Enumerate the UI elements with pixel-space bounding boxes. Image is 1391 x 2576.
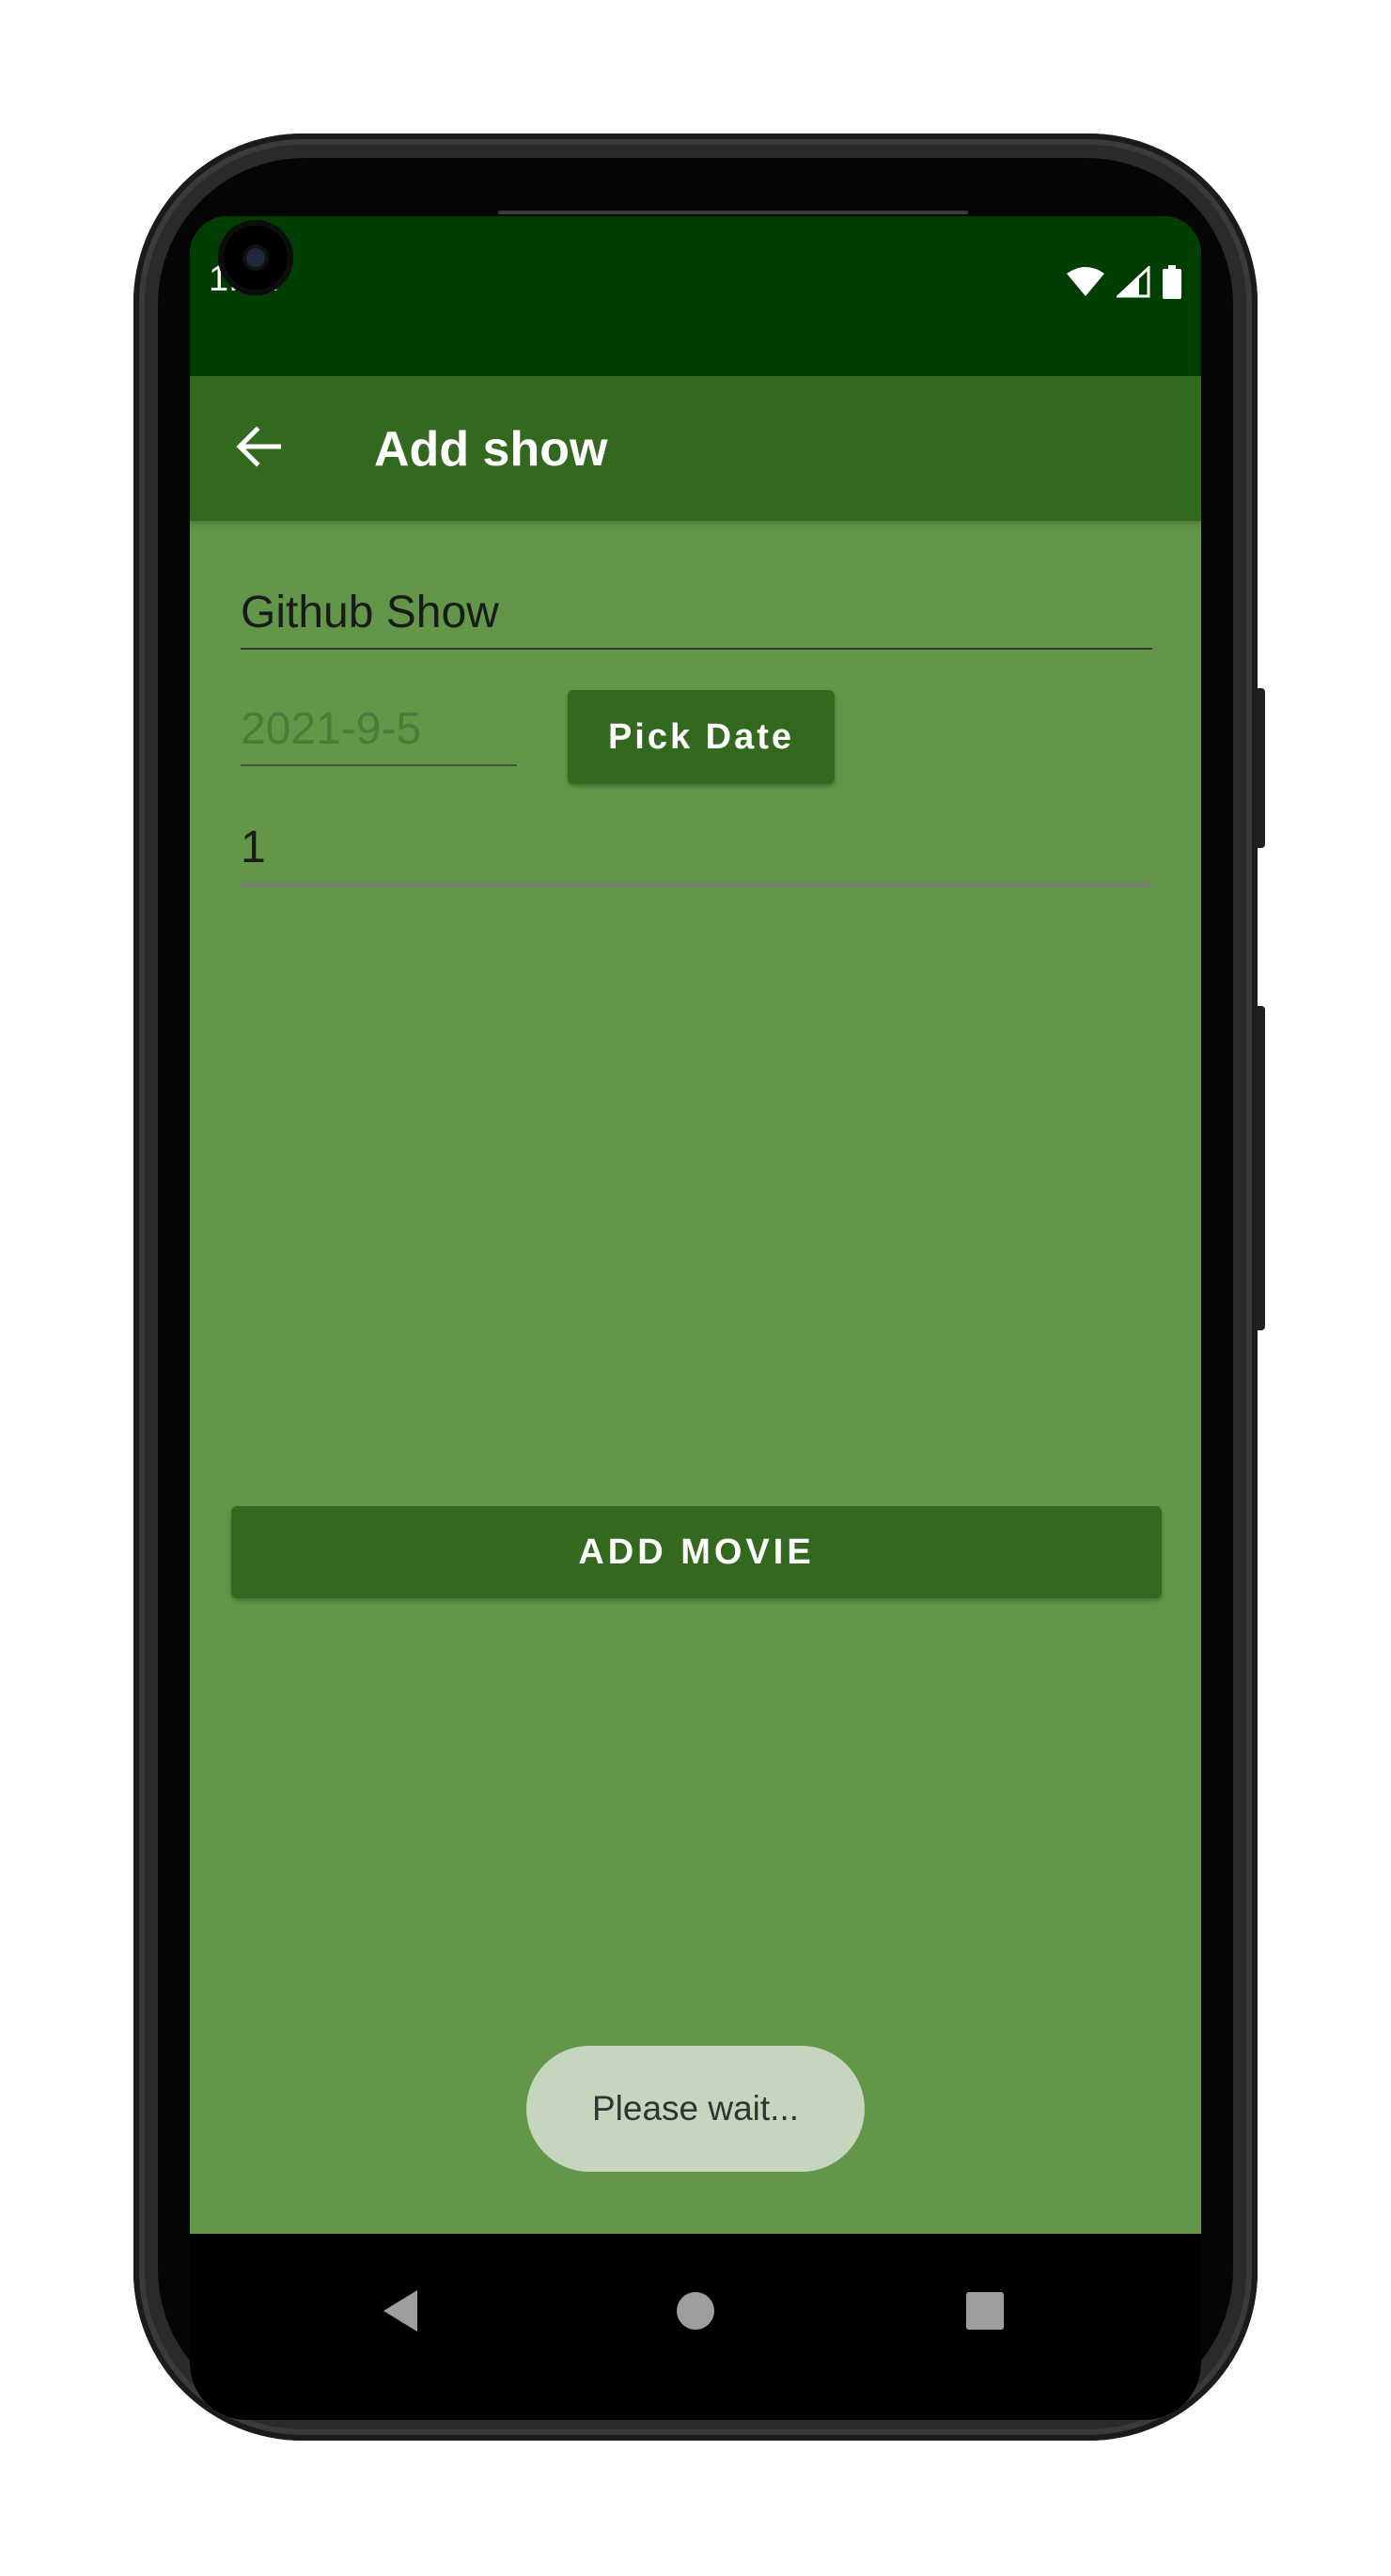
pick-date-button[interactable]: Pick Date bbox=[568, 690, 835, 784]
date-input[interactable] bbox=[241, 703, 517, 755]
battery-icon bbox=[1162, 265, 1182, 304]
back-button[interactable] bbox=[227, 417, 289, 479]
status-icons bbox=[1066, 264, 1182, 304]
episodes-field[interactable] bbox=[241, 822, 1152, 887]
date-field[interactable] bbox=[241, 703, 517, 766]
nav-home-button[interactable] bbox=[658, 2275, 733, 2350]
nav-recents-button[interactable] bbox=[947, 2275, 1023, 2350]
nav-back-button[interactable] bbox=[363, 2275, 438, 2350]
navigation-bar bbox=[190, 2234, 1201, 2420]
toast-message: Please wait... bbox=[526, 2046, 865, 2172]
nav-home-icon bbox=[675, 2290, 716, 2336]
page-title: Add show bbox=[374, 422, 608, 477]
volume-button bbox=[1256, 1006, 1265, 1330]
nav-back-icon bbox=[380, 2288, 421, 2338]
front-camera bbox=[218, 220, 293, 295]
app-bar: Add show bbox=[190, 376, 1201, 521]
episodes-input[interactable] bbox=[241, 822, 1152, 873]
show-title-field[interactable] bbox=[241, 587, 1152, 650]
power-button bbox=[1256, 688, 1265, 848]
wifi-icon bbox=[1066, 266, 1105, 303]
speaker-grille bbox=[498, 211, 968, 214]
cell-signal-icon bbox=[1115, 264, 1150, 303]
nav-recents-icon bbox=[965, 2291, 1005, 2335]
screen: 1:22 bbox=[190, 216, 1201, 2420]
status-bar: 1:22 bbox=[190, 216, 1201, 376]
arrow-back-icon bbox=[236, 425, 282, 472]
add-movie-button[interactable]: ADD MOVIE bbox=[231, 1506, 1162, 1598]
show-title-input[interactable] bbox=[241, 587, 1152, 638]
